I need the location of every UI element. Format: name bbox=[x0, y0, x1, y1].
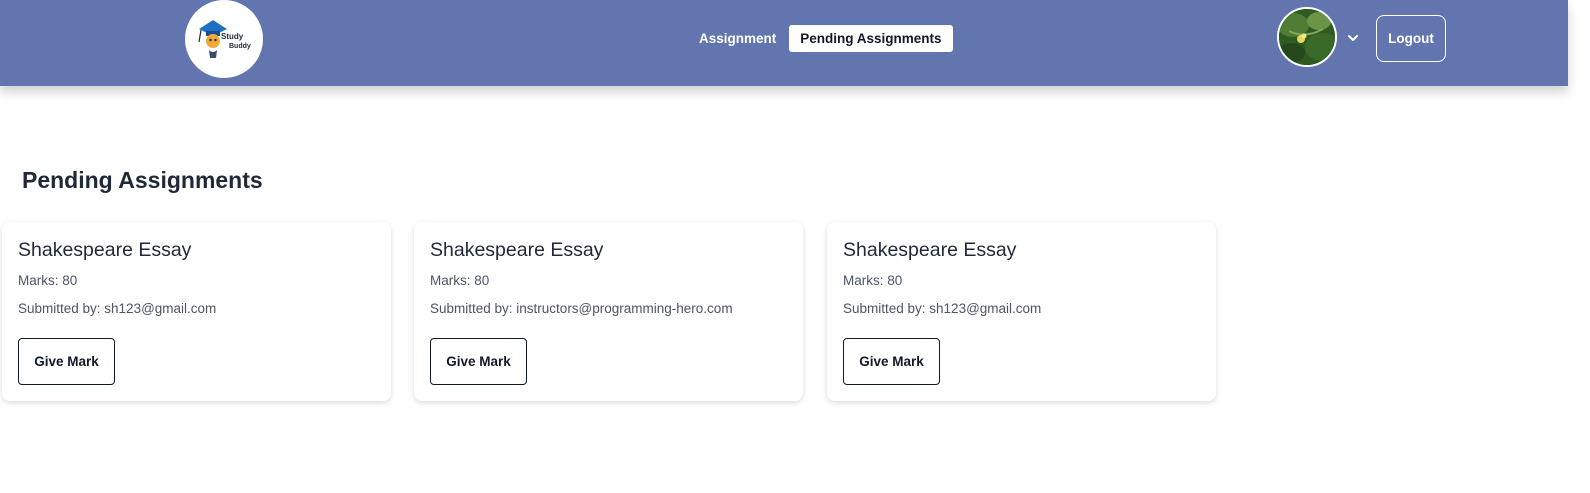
assignment-submitter: Submitted by: sh123@gmail.com bbox=[18, 301, 217, 316]
study-buddy-logo[interactable]: Study Buddy bbox=[185, 0, 263, 78]
assignment-marks: Marks: 80 bbox=[18, 273, 78, 288]
page-title: Pending Assignments bbox=[22, 167, 263, 193]
give-mark-button[interactable]: Give Mark bbox=[430, 338, 527, 385]
nav-link-pending-assignments[interactable]: Pending Assignments bbox=[789, 25, 953, 52]
chevron-down-icon[interactable] bbox=[1346, 31, 1360, 45]
assignment-card: Shakespeare Essay Marks: 80 Submitted by… bbox=[827, 222, 1216, 401]
give-mark-button[interactable]: Give Mark bbox=[843, 338, 940, 385]
assignment-marks: Marks: 80 bbox=[430, 273, 490, 288]
assignment-title: Shakespeare Essay bbox=[430, 239, 604, 261]
nav-link-assignment[interactable]: Assignment bbox=[688, 25, 787, 52]
logout-button[interactable]: Logout bbox=[1376, 15, 1446, 62]
assignment-submitter: Submitted by: instructors@programming-he… bbox=[430, 301, 733, 316]
user-avatar-photo bbox=[1279, 9, 1335, 65]
assignment-submitter: Submitted by: sh123@gmail.com bbox=[843, 301, 1042, 316]
assignment-marks: Marks: 80 bbox=[843, 273, 903, 288]
logo-text-buddy: Buddy bbox=[229, 43, 251, 50]
assignment-card: Shakespeare Essay Marks: 80 Submitted by… bbox=[414, 222, 803, 401]
assignment-title: Shakespeare Essay bbox=[18, 239, 192, 261]
navbar: Study Buddy Assignment Pending Assignmen… bbox=[0, 0, 1568, 86]
logo-text-study: Study bbox=[221, 32, 244, 41]
graduation-cap-icon: Study Buddy bbox=[198, 20, 251, 58]
nav-links: Assignment Pending Assignments bbox=[688, 25, 953, 52]
assignment-card: Shakespeare Essay Marks: 80 Submitted by… bbox=[2, 222, 391, 401]
give-mark-button[interactable]: Give Mark bbox=[18, 338, 115, 385]
assignment-title: Shakespeare Essay bbox=[843, 239, 1017, 261]
avatar[interactable] bbox=[1277, 7, 1337, 67]
